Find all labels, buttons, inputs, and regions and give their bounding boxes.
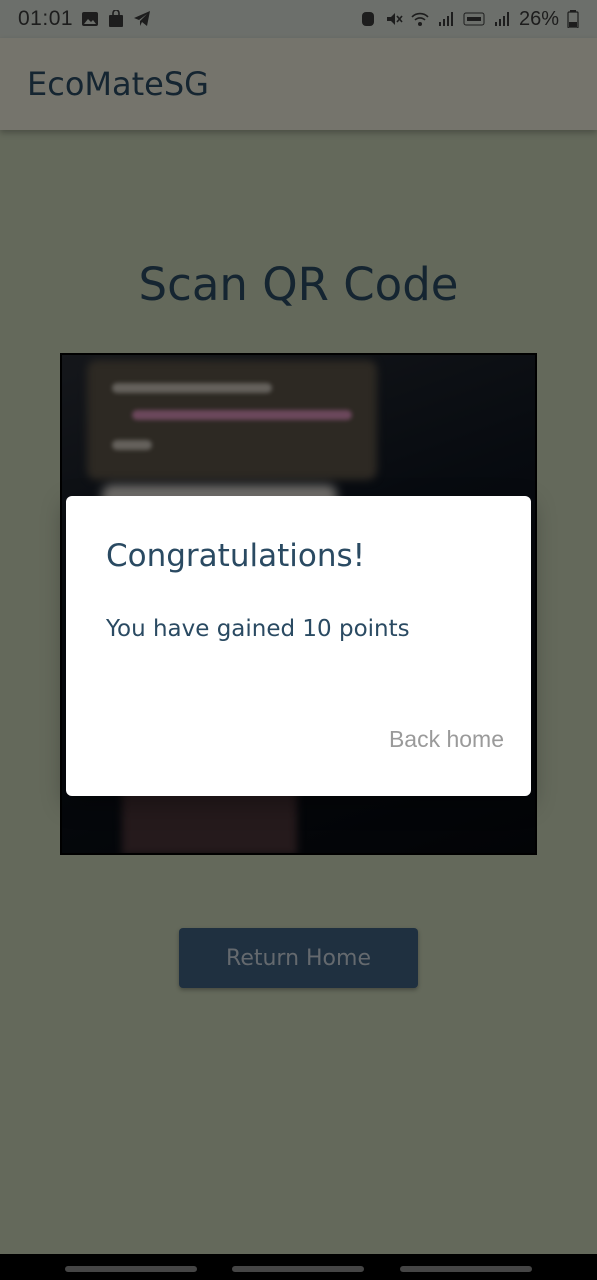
congratulations-dialog: Congratulations! You have gained 10 poin… — [66, 496, 531, 796]
dialog-title: Congratulations! — [106, 538, 366, 574]
dialog-message: You have gained 10 points — [106, 616, 410, 642]
back-home-button[interactable]: Back home — [389, 726, 504, 753]
